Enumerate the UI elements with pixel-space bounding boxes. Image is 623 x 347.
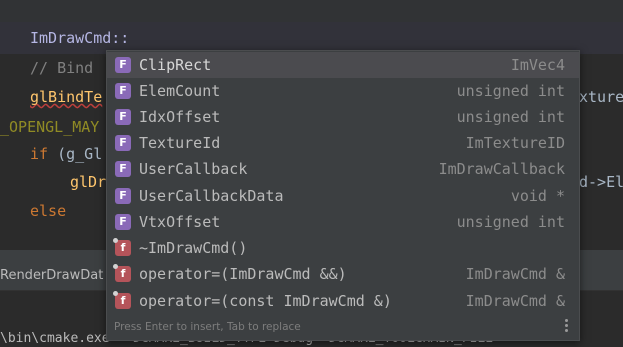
completion-item-type: unsigned int xyxy=(456,213,565,231)
completion-item-type: ImTextureID xyxy=(465,134,565,152)
lock-icon xyxy=(113,238,118,243)
code-line-5-rest: (g_Gl xyxy=(48,145,103,163)
if-keyword: if xyxy=(30,145,49,163)
method-icon: f xyxy=(115,240,131,256)
field-icon: F xyxy=(115,188,131,204)
code-line-4[interactable]: _OPENGL_MAY xyxy=(0,118,99,136)
tool-window-title[interactable]: RenderDrawDat xyxy=(0,268,103,283)
completion-item-copy-assign[interactable]: f operator=(const ImDrawCmd &) ImDrawCmd… xyxy=(107,288,579,314)
code-line-7[interactable]: else xyxy=(30,202,66,220)
code-fragment-right-1: xture xyxy=(579,88,623,106)
completion-item-type: unsigned int xyxy=(456,82,565,100)
completion-item-name: UserCallback xyxy=(139,160,248,178)
completion-item-destructor[interactable]: f ~ImDrawCmd() xyxy=(107,235,579,261)
method-icon: f xyxy=(115,293,131,309)
completion-item-cliprect[interactable]: F ClipRect ImVec4 xyxy=(107,52,579,78)
code-line-1[interactable]: ImDrawCmd:: xyxy=(30,29,129,47)
completion-item-vtxoffset[interactable]: F VtxOffset unsigned int xyxy=(107,209,579,235)
field-icon: F xyxy=(115,57,131,73)
code-completion-popup[interactable]: F ClipRect ImVec4 F ElemCount unsigned i… xyxy=(106,50,580,341)
completion-item-name: ClipRect xyxy=(139,56,212,74)
field-icon: F xyxy=(115,83,131,99)
completion-item-name: ElemCount xyxy=(139,82,221,100)
completion-item-name: VtxOffset xyxy=(139,213,221,231)
code-line-6[interactable]: glDr xyxy=(70,173,106,191)
code-fragment-right-2: d->El xyxy=(579,173,623,191)
completion-item-name: ~ImDrawCmd() xyxy=(139,239,248,257)
lock-icon xyxy=(113,264,118,269)
completion-item-type: unsigned int xyxy=(456,108,565,126)
lock-icon xyxy=(113,291,118,296)
completion-item-type: ImVec4 xyxy=(510,56,565,74)
completion-item-type: void * xyxy=(510,187,565,205)
completion-item-name: UserCallbackData xyxy=(139,187,284,205)
completion-item-name: operator=(const ImDrawCmd &) xyxy=(139,292,392,310)
completion-item-name: operator=(ImDrawCmd &&) xyxy=(139,265,347,283)
field-icon: F xyxy=(115,161,131,177)
field-icon: F xyxy=(115,214,131,230)
completion-item-move-assign[interactable]: f operator=(ImDrawCmd &&) ImDrawCmd & xyxy=(107,261,579,287)
completion-footer: Press Enter to insert, Tab to replace xyxy=(107,315,579,340)
completion-item-type: ImDrawCallback xyxy=(438,160,565,178)
more-options-icon[interactable] xyxy=(565,319,569,335)
completion-item-textureid[interactable]: F TextureId ImTextureID xyxy=(107,130,579,156)
completion-item-usercallback[interactable]: F UserCallback ImDrawCallback xyxy=(107,156,579,182)
completion-item-usercallbackdata[interactable]: F UserCallbackData void * xyxy=(107,183,579,209)
method-icon: f xyxy=(115,266,131,282)
completion-item-idxoffset[interactable]: F IdxOffset unsigned int xyxy=(107,104,579,130)
completion-item-elemcount[interactable]: F ElemCount unsigned int xyxy=(107,78,579,104)
completion-item-type: ImDrawCmd & xyxy=(465,265,565,283)
field-icon: F xyxy=(115,135,131,151)
code-line-3[interactable]: glBindTe xyxy=(30,88,102,106)
completion-hint: Press Enter to insert, Tab to replace xyxy=(114,321,301,333)
completion-item-name: IdxOffset xyxy=(139,108,221,126)
field-icon: F xyxy=(115,109,131,125)
code-line-2[interactable]: // Bind xyxy=(30,59,93,77)
completion-item-type: ImDrawCmd & xyxy=(465,292,565,310)
completion-item-name: TextureId xyxy=(139,134,221,152)
editor-tab-strip xyxy=(0,0,623,22)
code-line-5[interactable]: if (g_Gl xyxy=(30,145,102,163)
